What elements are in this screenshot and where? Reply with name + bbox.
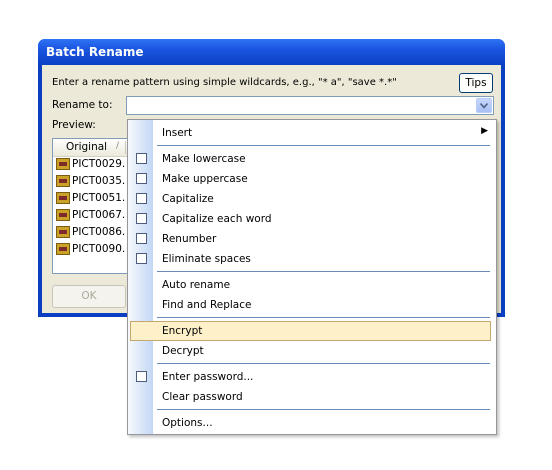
file-name: PICT0086. [72, 226, 126, 238]
menu-item-label: Capitalize each word [162, 213, 272, 225]
tips-button[interactable]: Tips [459, 73, 493, 93]
submenu-arrow-icon: ▶ [481, 126, 488, 136]
column-header-label: Original [66, 141, 108, 153]
ok-button[interactable]: OK [52, 285, 126, 308]
menu-separator [157, 409, 490, 410]
menu-item-label: Options... [162, 417, 213, 429]
column-divider[interactable] [125, 141, 126, 154]
rename-to-label: Rename to: [52, 99, 113, 111]
menu-item-renumber[interactable]: Renumber [128, 229, 496, 249]
checkbox-icon [136, 371, 147, 382]
checkbox-icon [136, 173, 147, 184]
jpg-file-icon [56, 192, 70, 204]
menu-separator [157, 363, 490, 364]
menu-item-decrypt[interactable]: Decrypt [128, 341, 496, 361]
menu-item-label: Make uppercase [162, 173, 248, 185]
menu-item-make-lowercase[interactable]: Make lowercase [128, 149, 496, 169]
rename-context-menu: Insert ▶ Make lowercase Make uppercase C… [127, 119, 497, 435]
list-item[interactable]: PICT0090. [56, 243, 125, 259]
menu-item-label: Capitalize [162, 193, 214, 205]
sort-indicator-icon: / [116, 141, 120, 151]
menu-item-clear-password[interactable]: Clear password [128, 387, 496, 407]
file-name: PICT0051. [72, 192, 126, 204]
list-item[interactable]: PICT0086. [56, 226, 125, 242]
menu-item-label: Auto rename [162, 279, 231, 291]
dropdown-button[interactable] [476, 98, 492, 113]
menu-item-encrypt[interactable]: Encrypt [130, 321, 491, 341]
checkbox-icon [136, 193, 147, 204]
list-item[interactable]: PICT0051. [56, 192, 125, 208]
menu-item-capitalize-each-word[interactable]: Capitalize each word [128, 209, 496, 229]
instruction-text: Enter a rename pattern using simple wild… [52, 77, 397, 88]
checkbox-icon [136, 233, 147, 244]
checkbox-icon [136, 153, 147, 164]
menu-item-label: Clear password [162, 391, 243, 403]
file-name: PICT0067. [72, 209, 126, 221]
menu-item-enter-password[interactable]: Enter password... [128, 367, 496, 387]
menu-separator [157, 145, 490, 146]
menu-item-eliminate-spaces[interactable]: Eliminate spaces [128, 249, 496, 269]
menu-separator [157, 317, 490, 318]
menu-item-label: Decrypt [162, 345, 204, 357]
menu-item-label: Renumber [162, 233, 217, 245]
list-item[interactable]: PICT0035. [56, 175, 125, 191]
jpg-file-icon [56, 243, 70, 255]
menu-item-find-and-replace[interactable]: Find and Replace [128, 295, 496, 315]
jpg-file-icon [56, 226, 70, 238]
menu-item-label: Encrypt [162, 325, 203, 337]
menu-item-label: Make lowercase [162, 153, 246, 165]
menu-item-insert[interactable]: Insert ▶ [128, 123, 496, 143]
title-bar[interactable]: Batch Rename [38, 39, 505, 65]
menu-item-auto-rename[interactable]: Auto rename [128, 275, 496, 295]
menu-separator [157, 271, 490, 272]
menu-item-capitalize[interactable]: Capitalize [128, 189, 496, 209]
file-name: PICT0029. [72, 158, 126, 170]
list-item[interactable]: PICT0067. [56, 209, 125, 225]
chevron-down-icon [480, 103, 488, 109]
rename-pattern-combobox[interactable] [126, 96, 494, 115]
menu-item-label: Insert [162, 127, 193, 139]
preview-label: Preview: [52, 119, 96, 131]
checkbox-icon [136, 213, 147, 224]
checkbox-icon [136, 253, 147, 264]
jpg-file-icon [56, 209, 70, 221]
menu-item-label: Enter password... [162, 371, 254, 383]
jpg-file-icon [56, 158, 70, 170]
file-name: PICT0090. [72, 243, 126, 255]
menu-item-label: Eliminate spaces [162, 253, 251, 265]
jpg-file-icon [56, 175, 70, 187]
menu-item-make-uppercase[interactable]: Make uppercase [128, 169, 496, 189]
menu-item-label: Find and Replace [162, 299, 252, 311]
window-title: Batch Rename [46, 45, 144, 59]
menu-item-options[interactable]: Options... [128, 413, 496, 433]
list-item[interactable]: PICT0029. [56, 158, 125, 174]
file-name: PICT0035. [72, 175, 126, 187]
